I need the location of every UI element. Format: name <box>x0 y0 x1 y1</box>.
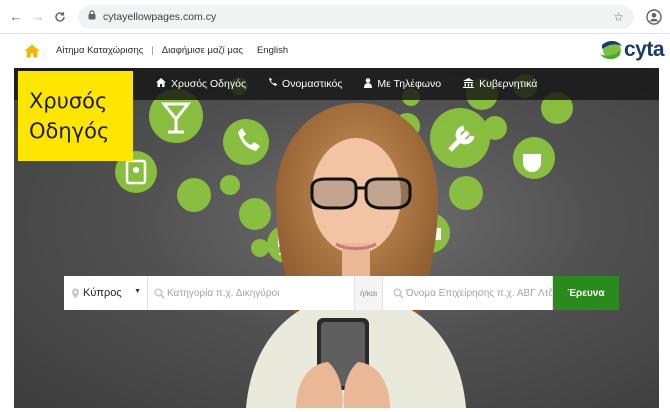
nav-by-phone-label: Με Τηλέφωνο <box>377 78 442 90</box>
search-icon <box>393 287 404 299</box>
location-pin-icon <box>70 288 81 299</box>
account-icon[interactable] <box>646 8 662 25</box>
nav-yellow-pages-label: Χρυσός Οδηγός <box>171 78 247 90</box>
separator: | <box>151 45 154 56</box>
government-icon <box>463 77 475 91</box>
search-button[interactable]: Έρευνα <box>553 276 619 310</box>
location-select[interactable]: Κύπρος ▼ <box>64 276 148 310</box>
reload-icon[interactable] <box>52 9 68 25</box>
nav-by-phone[interactable]: Με Τηλέφωνο <box>364 77 442 91</box>
advertise-link[interactable]: Διαφήμισε μαζί μας <box>162 45 243 56</box>
home-icon <box>156 78 166 90</box>
nav-name-directory[interactable]: Ονομαστικός <box>268 78 342 90</box>
business-name-input[interactable]: Όνομα Επιχείρησης π.χ. ΑΒΓ Λτδ <box>383 276 553 310</box>
nav-government-label: Κυβερνητικά <box>479 78 538 90</box>
category-input[interactable]: Κατηγορία π.χ. Δικηγόροι <box>148 276 355 310</box>
search-bar: Κύπρος ▼ Κατηγορία π.χ. Δικηγόροι ή/και … <box>64 276 619 310</box>
category-placeholder: Κατηγορία π.χ. Δικηγόροι <box>167 287 280 299</box>
browser-toolbar: ← → cytayellowpages.com.cy ☆ <box>0 0 670 34</box>
address-bar[interactable]: cytayellowpages.com.cy ☆ <box>78 4 634 29</box>
search-icon <box>154 287 165 299</box>
and-or-label: ή/και <box>355 276 383 310</box>
person-icon <box>364 77 373 91</box>
nav-name-directory-label: Ονομαστικός <box>282 78 343 90</box>
cyta-brand[interactable]: cyta <box>599 38 665 62</box>
phone-icon <box>268 78 278 90</box>
nav-yellow-pages[interactable]: Χρυσός Οδηγός <box>156 78 246 90</box>
business-name-placeholder: Όνομα Επιχείρησης π.χ. ΑΒΓ Λτδ <box>406 287 553 299</box>
chevron-down-icon: ▼ <box>134 288 141 295</box>
request-listing-link[interactable]: Αίτημα Καταχώρισης <box>56 45 143 56</box>
lock-icon <box>88 10 96 23</box>
back-arrow-icon[interactable]: ← <box>8 9 24 25</box>
home-icon[interactable] <box>24 44 40 58</box>
url-text: cytayellowpages.com.cy <box>103 10 217 23</box>
hero-banner: Χρυσός Οδηγός Ονομαστικός Με Τηλέφωνο Κυ… <box>14 68 659 408</box>
site-top-bar: Αίτημα Καταχώρισης | Διαφήμισε μαζί μας … <box>0 34 670 67</box>
cyta-logo-icon <box>599 39 623 61</box>
brand-name: cyta <box>623 38 665 61</box>
forward-arrow-icon[interactable]: → <box>30 9 46 25</box>
logo-line-2: Οδηγός <box>29 119 110 143</box>
location-value: Κύπρος <box>83 287 122 299</box>
logo-line-1: Χρυσός <box>29 89 108 113</box>
star-icon[interactable]: ☆ <box>613 10 624 24</box>
nav-government[interactable]: Κυβερνητικά <box>463 77 538 91</box>
english-link[interactable]: English <box>257 45 288 56</box>
yellow-pages-logo[interactable]: Χρυσός Οδηγός <box>18 71 133 161</box>
